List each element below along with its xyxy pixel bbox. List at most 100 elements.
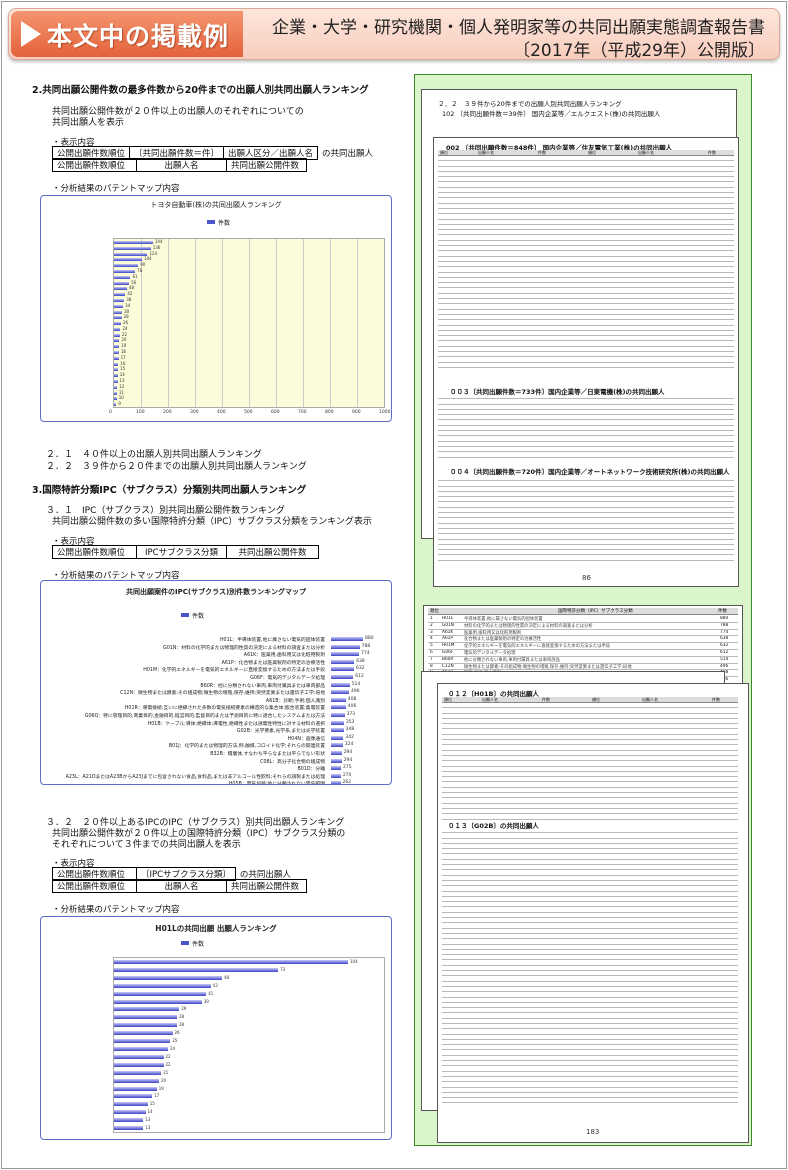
chart2-data-label: 275 [343, 765, 352, 771]
ipc-table-row: 5 H01M 化学的エネルギーを電気的エネルギーに直接変換するための方法または手段 6… [428, 643, 738, 650]
chart3-data-label: 28 [179, 1014, 185, 1020]
chart3-bar [114, 1094, 153, 1099]
report-title: 企業・大学・研究機関・個人発明家等の共同出願実態調査報告書 [272, 18, 765, 38]
sample-page-front-1: 002 〔共同出願件数＝848件〕 国内企業等／住友電気工業(株)の共同出願人 … [433, 137, 739, 587]
ipc-value: 514 [720, 656, 729, 662]
ipc-code: B60R [442, 656, 454, 662]
ipc-code: G06F [442, 650, 454, 655]
chart2-category-label: H01B：ケーブル;導体;絶縁体;導電性,絶縁性または誘電性特性に対する材料の選… [147, 721, 325, 727]
chart3-bar [114, 1086, 157, 1091]
report-subtitle: 〔2017年（平成29年）公開版〕 [513, 41, 765, 61]
chart2-bar [331, 675, 354, 679]
chart1-bar [114, 246, 151, 250]
chart1-data-label: 61 [132, 273, 138, 279]
ipc-table-row: 7 B60R 他に分類されない車両,車両付属具または車両部品 514 [428, 657, 738, 664]
chart1-data-label: 104 [144, 256, 152, 262]
chart2-data-label: 496 [351, 689, 360, 695]
section2-display-table-2: 公開出願件数順位 出願人名 共同出願公開件数 [52, 158, 307, 172]
chart3-data-label: 13 [145, 1125, 151, 1131]
chart1-bar [114, 351, 119, 355]
chart1-data-label: 124 [149, 250, 158, 256]
mini-header-cell: 件数 [538, 150, 546, 155]
chart1-gridline [249, 239, 250, 407]
ipc-rank: 8 [430, 663, 433, 669]
mini-table-header: 順位 出願人名 件数 順位 出願人名 件数 [438, 150, 734, 156]
chart2-category-label: H01R：導電接続;互いに絶縁された多数の電気接続要素の構造的な集合体;嵌合装置… [124, 706, 325, 712]
chart1-legend-swatch [207, 220, 215, 224]
chart2-category-label: A61B：診断;手術;個人識別 [265, 698, 325, 704]
chart2-category-label: B32B：積層体,すなわち平らなまたは平らでない形状 [210, 752, 325, 757]
chart1-data-label: 22 [121, 331, 128, 337]
page2-number: 86 [582, 574, 591, 582]
chart1-bar [114, 362, 119, 366]
chart1-bar [114, 380, 118, 384]
ipc-table-row: 2 G01N 材料の化学的または物理的性質の決定による材料の調査または分析 788 [428, 623, 738, 630]
chart3-plot-area: 104 73 48 43 41 39 29 28 28 26 25 24 22 22 21 20 19 17 15 1… [113, 957, 385, 1133]
chart2-data-label: 342 [345, 734, 355, 740]
chart1-data-label: 56 [131, 279, 137, 285]
mini-table [438, 476, 734, 561]
chart2-bar [331, 697, 346, 702]
ipc-value: 638 [720, 636, 729, 642]
chart1-bar [114, 281, 130, 285]
chart1-gridline [357, 239, 358, 407]
ipc-rank: 7 [430, 656, 433, 662]
ipc-header-cell: 順位 [430, 609, 439, 614]
chart2-category-label: B01J：化学的または物理的方法,例.触媒,コロイド化学;それらの関連装置 [168, 744, 325, 750]
chart1-x-tick-label: 600 [271, 410, 280, 415]
chart3-data-label: 39 [203, 998, 209, 1004]
chart1-bar [114, 368, 119, 372]
chart3-legend-swatch [181, 941, 189, 945]
chart1-x-tick-label: 400 [217, 410, 226, 415]
chart2-bar [331, 758, 342, 763]
chart2-category-label: G06Q：特に管理目的,商業目的,金融目的,経営目的,監督目的または予測目的に特… [84, 714, 325, 719]
chart1-data-label: 48 [128, 285, 135, 291]
ipc-rank: 4 [430, 636, 433, 642]
chart1-data-label: 18 [120, 349, 126, 355]
display-cell: の共同出願人 [322, 149, 374, 159]
mini-table-row [442, 814, 738, 820]
chart1-bar [114, 264, 139, 268]
ipc-code: H01M [442, 643, 455, 649]
chart1-bar [114, 258, 143, 262]
chart1-gridline [222, 239, 223, 407]
mini-table-header: 順位 出願人名 件数 順位 出願人名 件数 [442, 697, 738, 703]
chart1-data-label: 12 [119, 383, 125, 389]
chart2-data-label: 373 [346, 712, 356, 717]
chart3-data-label: 26 [174, 1030, 180, 1036]
chart2-data-label: 348 [345, 727, 355, 733]
display-cell: 公開出願件数順位 [52, 879, 137, 893]
chart1-x-tick-label: 800 [325, 410, 334, 415]
chart2-category-label: B60R：他に分類されない車両,車両付属具または車両部品 [200, 683, 325, 689]
ipc-table-header: 順位 国際特許分類（IPC）サブクラス分類 件数 [428, 608, 738, 615]
mini-header-cell: 出願人名 [642, 697, 658, 702]
chart1-data-label: 11 [118, 389, 125, 395]
chart3-bar [114, 1015, 177, 1020]
sample-pages-panel: ２．２ ３９件から20件までの出願人別共同出願人ランキング 102 〔共同出願件… [414, 74, 752, 1146]
chart1-bar [114, 345, 120, 349]
mini-header-cell: 順位 [588, 150, 596, 155]
chart1-data-label: 30 [124, 308, 130, 314]
page1-subtitle: 102 〔共同出願件数＝39件〕 国内企業等／エルクエスト(株)の共同出願人 [442, 110, 661, 118]
chart1-gridline [168, 239, 169, 407]
chart1-data-label: 24 [122, 325, 128, 331]
chart2-data-label: 270 [342, 772, 352, 778]
ipc-text: 電気的デジタルデータ処理 [464, 651, 516, 656]
chart2-bar [331, 743, 343, 748]
chart1-bar [114, 403, 117, 407]
chart1-bar [114, 241, 153, 244]
display-cell: IPCサブクラス分類 [136, 545, 227, 559]
page1-title: ２．２ ３９件から20件までの出願人別共同出願人ランキング [438, 100, 622, 108]
chart1-bar [114, 391, 117, 395]
ipc-header-cell: 件数 [718, 609, 727, 614]
chart1-bar [114, 397, 117, 401]
chart2-data-label: 262 [342, 780, 352, 785]
chart2-bar [331, 659, 355, 664]
chart2-category-label: A61K：医薬用,歯科用又は化粧用製剤 [243, 653, 325, 659]
chart3-bar [114, 1102, 148, 1107]
chart1-x-tick-label: 100 [136, 410, 145, 415]
chart3-bar [114, 1007, 180, 1012]
chart3-bar [114, 983, 211, 988]
chart1-x-tick-label: 1000 [379, 410, 391, 415]
chart2-category-label: A23L：A21DまたはA23BからA23Jまでに包含されない食品,食料品,また… [65, 774, 325, 780]
